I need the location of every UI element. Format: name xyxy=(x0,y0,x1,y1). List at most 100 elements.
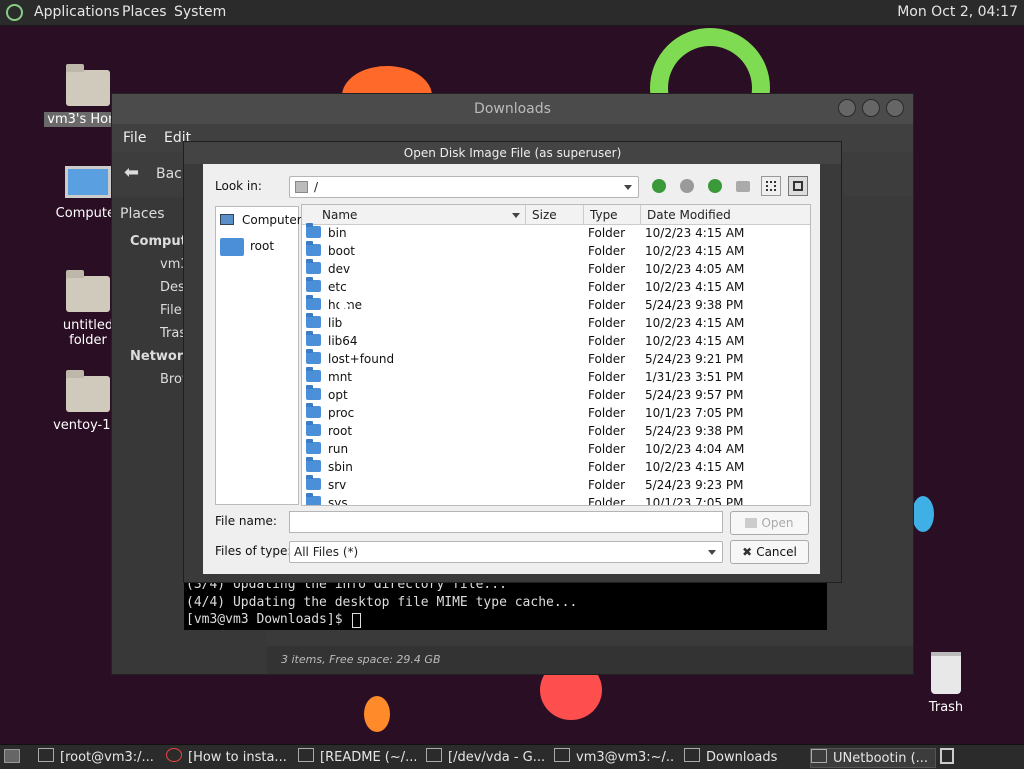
file-type: Folder xyxy=(588,460,626,474)
file-type: Folder xyxy=(588,496,626,506)
folder-icon xyxy=(306,313,321,328)
sort-chevron-down-icon xyxy=(512,213,520,218)
file-row[interactable]: lost+found Folder 5/24/23 9:21 PM xyxy=(302,349,792,369)
back-arrow-icon xyxy=(652,179,666,193)
places-menu[interactable]: Places xyxy=(122,4,167,20)
parent-directory-button[interactable] xyxy=(705,176,725,196)
file-type: Folder xyxy=(588,298,626,312)
desktop-trash-icon[interactable]: Trash xyxy=(901,652,991,715)
close-button[interactable] xyxy=(886,99,904,117)
chevron-down-icon xyxy=(708,550,716,555)
task-vm3-terminal[interactable]: vm3@vm3:~/... xyxy=(554,748,674,766)
new-folder-button[interactable] xyxy=(733,176,753,196)
computer-icon xyxy=(220,214,234,225)
task-gparted[interactable]: [/dev/vda - G... xyxy=(426,748,544,766)
folder-icon xyxy=(306,277,321,292)
file-row[interactable]: boot Folder 10/2/23 4:15 AM xyxy=(302,241,792,261)
file-name: root xyxy=(328,424,353,438)
menu-file[interactable]: File xyxy=(123,130,146,146)
file-date: 5/24/23 9:38 PM xyxy=(645,424,744,438)
folder-icon xyxy=(306,223,321,238)
list-view-button[interactable] xyxy=(761,176,781,196)
back-button[interactable] xyxy=(649,176,669,196)
file-row[interactable]: dev Folder 10/2/23 4:05 AM xyxy=(302,259,792,279)
up-arrow-icon xyxy=(708,179,722,193)
file-type: Folder xyxy=(588,280,626,294)
task-downloads[interactable]: Downloads xyxy=(684,748,802,766)
close-icon: ✖ xyxy=(742,545,753,559)
minimize-button[interactable] xyxy=(838,99,856,117)
places-item-computer[interactable]: Computer xyxy=(218,211,302,229)
status-bar: 3 items, Free space: 29.4 GB xyxy=(267,646,913,674)
look-in-label: Look in: xyxy=(215,179,262,193)
folder-icon xyxy=(306,295,321,310)
file-date: 10/1/23 7:05 PM xyxy=(645,496,744,506)
file-name: lib64 xyxy=(328,334,358,348)
look-in-combo[interactable]: / xyxy=(289,176,639,198)
places-item-label: Computer xyxy=(242,213,302,227)
file-row[interactable]: etc Folder 10/2/23 4:15 AM xyxy=(302,277,792,297)
window-title: Downloads xyxy=(112,94,913,124)
taskbar: [root@vm3:/... [How to insta... [README … xyxy=(0,744,1024,769)
file-row[interactable]: opt Folder 5/24/23 9:57 PM xyxy=(302,385,792,405)
show-desktop-icon[interactable] xyxy=(4,749,20,763)
distro-logo-icon[interactable] xyxy=(6,4,23,21)
file-row[interactable]: home Folder 5/24/23 9:38 PM xyxy=(302,295,792,315)
task-readme-editor[interactable]: [README (~/... xyxy=(298,748,416,766)
file-row[interactable]: run Folder 10/2/23 4:04 AM xyxy=(302,439,792,459)
cancel-button[interactable]: ✖ Cancel xyxy=(730,540,809,564)
file-row[interactable]: mnt Folder 1/31/23 3:51 PM xyxy=(302,367,792,387)
terminal-cursor xyxy=(352,613,361,628)
file-row[interactable]: srv Folder 5/24/23 9:23 PM xyxy=(302,475,792,495)
file-type: Folder xyxy=(588,442,626,456)
file-name-input[interactable] xyxy=(289,511,723,533)
column-header-name[interactable]: Name xyxy=(302,205,526,225)
task-label: Downloads xyxy=(706,750,778,765)
forward-button[interactable] xyxy=(677,176,697,196)
task-browser[interactable]: [How to insta... xyxy=(166,748,288,766)
open-button[interactable]: Open xyxy=(730,511,809,535)
terminal-prompt: [vm3@vm3 Downloads]$ xyxy=(186,612,351,627)
files-of-type-label: Files of type: xyxy=(215,544,292,558)
maximize-button[interactable] xyxy=(862,99,880,117)
column-header-date[interactable]: Date Modified xyxy=(641,205,810,225)
column-header-size[interactable]: Size xyxy=(526,205,584,225)
file-row[interactable]: root Folder 5/24/23 9:38 PM xyxy=(302,421,792,441)
open-button-label: Open xyxy=(761,516,794,530)
file-type: Folder xyxy=(588,334,626,348)
task-label: [How to insta... xyxy=(188,750,287,765)
file-row[interactable]: lib64 Folder 10/2/23 4:15 AM xyxy=(302,331,792,351)
dialog-body: Look in: / Computer root Name Size Type … xyxy=(203,164,820,574)
places-item-root[interactable]: root xyxy=(218,235,296,257)
system-menu[interactable]: System xyxy=(174,4,226,20)
file-name: lost+found xyxy=(328,352,395,366)
file-row[interactable]: bin Folder 10/2/23 4:15 AM xyxy=(302,223,792,243)
disk-icon xyxy=(426,748,442,762)
file-name: lib xyxy=(328,316,343,330)
clock[interactable]: Mon Oct 2, 04:17 xyxy=(897,4,1018,20)
applications-menu[interactable]: Applications xyxy=(34,4,120,20)
detail-view-button[interactable] xyxy=(788,176,808,196)
column-header-label: Name xyxy=(322,208,358,222)
task-unetbootin[interactable]: UNetbootin (... xyxy=(810,748,936,768)
file-date: 10/2/23 4:15 AM xyxy=(645,226,745,240)
folder-icon xyxy=(220,238,244,256)
workspace-switcher-icon[interactable] xyxy=(940,748,954,764)
file-row[interactable]: lib Folder 10/2/23 4:15 AM xyxy=(302,313,792,333)
file-row[interactable]: proc Folder 10/1/23 7:05 PM xyxy=(302,403,792,423)
file-date: 10/2/23 4:15 AM xyxy=(645,280,745,294)
file-name: run xyxy=(328,442,349,456)
file-type: Folder xyxy=(588,244,626,258)
file-list: Name Size Type Date Modified bin Folder 10… xyxy=(301,204,811,506)
trash-icon xyxy=(931,652,961,694)
column-header-type[interactable]: Type xyxy=(584,205,641,225)
file-type: Folder xyxy=(588,226,626,240)
files-of-type-combo[interactable]: All Files (*) xyxy=(289,541,723,563)
drive-icon xyxy=(295,181,308,193)
unetbootin-icon xyxy=(811,749,827,763)
file-date: 10/1/23 7:05 PM xyxy=(645,406,744,420)
file-row[interactable]: sys Folder 10/1/23 7:05 PM xyxy=(302,493,792,506)
task-root-terminal[interactable]: [root@vm3:/... xyxy=(38,748,156,766)
file-row[interactable]: sbin Folder 10/2/23 4:15 AM xyxy=(302,457,792,477)
file-date: 10/2/23 4:04 AM xyxy=(645,442,745,456)
